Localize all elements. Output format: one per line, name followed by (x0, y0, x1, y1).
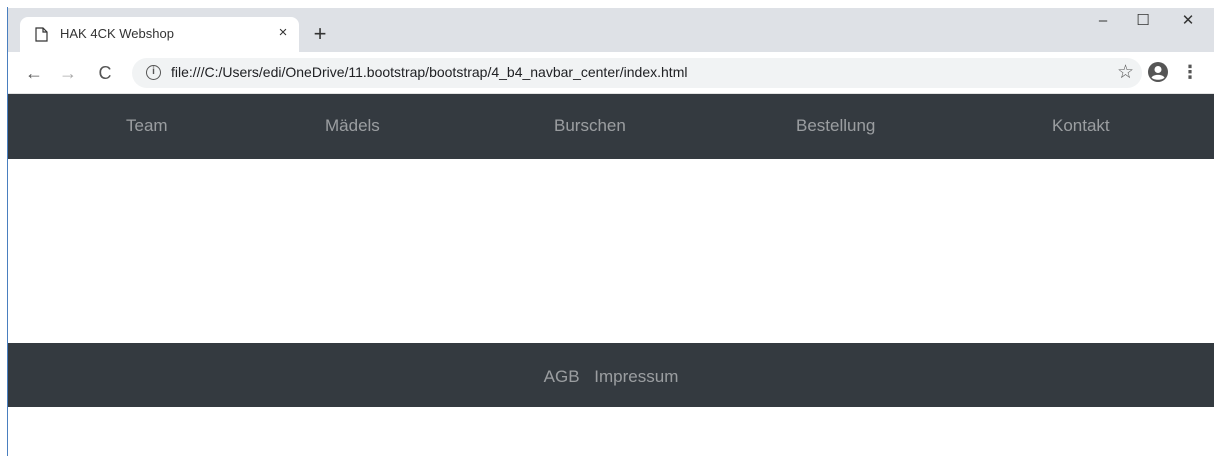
new-tab-button[interactable]: + (308, 22, 332, 48)
tab-close-icon[interactable]: × (274, 23, 292, 43)
bookmark-star-icon[interactable]: ☆ (1117, 61, 1134, 84)
minimize-button[interactable]: – (1083, 10, 1123, 38)
menu-icon[interactable]: ⋮ (1181, 60, 1199, 86)
page-navbar: Team Mädels Burschen Bestellung Kontakt (8, 94, 1214, 159)
info-icon[interactable]: i (146, 65, 161, 80)
reload-button[interactable]: C (92, 60, 118, 86)
account-icon[interactable] (1147, 61, 1169, 83)
address-bar[interactable]: i file:///C:/Users/edi/OneDrive/11.boots… (132, 58, 1142, 88)
url-text[interactable]: file:///C:/Users/edi/OneDrive/11.bootstr… (171, 64, 687, 80)
page-footer: AGB Impressum (8, 343, 1214, 407)
tab-strip: HAK 4CK Webshop × + – ☐ ✕ (8, 8, 1214, 52)
browser-toolbar: ← → C i file:///C:/Users/edi/OneDrive/11… (8, 52, 1214, 94)
tab-title: HAK 4CK Webshop (60, 26, 174, 41)
maximize-button[interactable]: ☐ (1123, 10, 1163, 38)
close-window-button[interactable]: ✕ (1168, 10, 1208, 38)
footer-link-agb[interactable]: AGB (544, 367, 580, 386)
footer-links: AGB Impressum (8, 367, 1214, 387)
forward-button[interactable]: → (55, 60, 81, 86)
footer-link-impressum[interactable]: Impressum (594, 367, 678, 386)
page-icon (35, 27, 48, 42)
nav-link-kontakt[interactable]: Kontakt (1052, 116, 1110, 136)
nav-link-maedels[interactable]: Mädels (325, 116, 380, 136)
back-button[interactable]: ← (21, 60, 47, 86)
browser-window: HAK 4CK Webshop × + – ☐ ✕ ← → C i file:/… (0, 0, 1214, 456)
nav-link-team[interactable]: Team (126, 116, 168, 136)
nav-link-bestellung[interactable]: Bestellung (796, 116, 875, 136)
tab-active[interactable]: HAK 4CK Webshop × (20, 17, 299, 52)
nav-link-burschen[interactable]: Burschen (554, 116, 626, 136)
